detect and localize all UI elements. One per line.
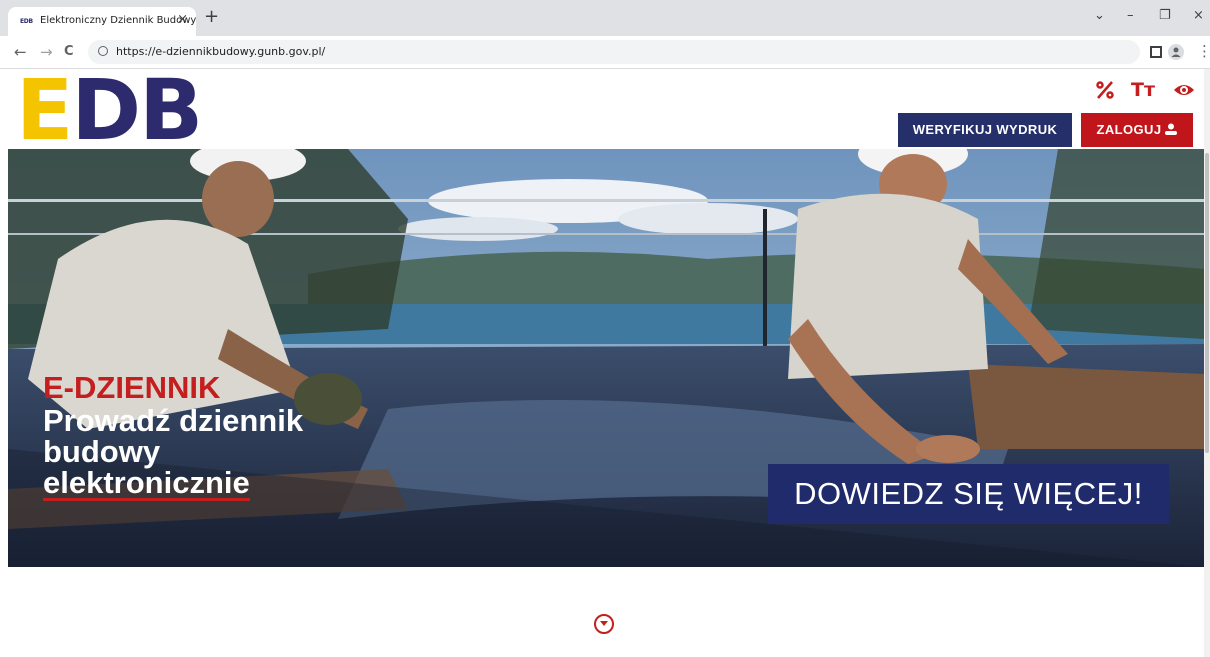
hero-title-line: elektronicznie (43, 465, 250, 501)
reload-icon[interactable]: C (64, 43, 74, 61)
browser-menu-icon[interactable]: ⋮ (1197, 42, 1210, 60)
sidebar-icon[interactable] (1148, 44, 1164, 60)
scrollbar-thumb[interactable] (1205, 153, 1209, 453)
hero-title-line: budowy (43, 434, 161, 469)
hero-title: Prowadź dziennik budowy elektronicznie (43, 405, 373, 501)
verify-printout-button[interactable]: WERYFIKUJ WYDRUK (898, 113, 1072, 147)
hero-kicker: E-DZIENNIK (43, 370, 221, 405)
login-button[interactable]: ZALOGUJ (1081, 113, 1193, 147)
user-icon (1165, 123, 1178, 135)
minimize-icon[interactable]: – (1127, 8, 1134, 24)
new-tab-button[interactable]: + (204, 6, 219, 28)
hero-banner: E-DZIENNIK Prowadź dziennik budowy elekt… (8, 149, 1205, 567)
window-close-icon[interactable]: × (1193, 8, 1204, 24)
scroll-down-icon[interactable] (594, 614, 614, 634)
eye-icon[interactable] (1172, 79, 1196, 106)
site-info-icon[interactable] (98, 46, 108, 56)
font-size-icon[interactable]: Tт (1131, 79, 1155, 101)
contrast-icon[interactable] (1094, 79, 1116, 106)
browser-tab-bar: EDB Elektroniczny Dziennik Budowy × + ⌄ … (0, 0, 1210, 36)
back-icon[interactable]: ← (14, 43, 27, 61)
tab-title: Elektroniczny Dziennik Budowy (40, 15, 197, 26)
site-favicon-icon: EDB (20, 18, 33, 25)
page-scrollbar[interactable] (1204, 69, 1210, 657)
site-header: EDB Tт WERYFIKUJ WYDRUK ZALOGUJ (0, 68, 1210, 152)
profile-avatar-icon[interactable] (1168, 44, 1184, 60)
page-content: EDB Tт WERYFIKUJ WYDRUK ZALOGUJ E-DZIENN… (0, 68, 1210, 657)
edb-logo[interactable]: EDB (16, 68, 203, 152)
browser-tab[interactable]: EDB Elektroniczny Dziennik Budowy × (8, 7, 196, 36)
forward-icon[interactable]: → (40, 43, 53, 61)
url-text: https://e-dziennikbudowy.gunb.gov.pl/ (116, 45, 326, 58)
hero-title-line: Prowadź dziennik (43, 403, 304, 438)
learn-more-button[interactable]: DOWIEDZ SIĘ WIĘCEJ! (768, 464, 1169, 524)
tab-search-icon[interactable]: ⌄ (1094, 8, 1105, 24)
restore-icon[interactable]: ❐ (1159, 8, 1171, 24)
tab-close-icon[interactable]: × (177, 12, 188, 28)
address-bar[interactable]: https://e-dziennikbudowy.gunb.gov.pl/ (88, 40, 1140, 64)
